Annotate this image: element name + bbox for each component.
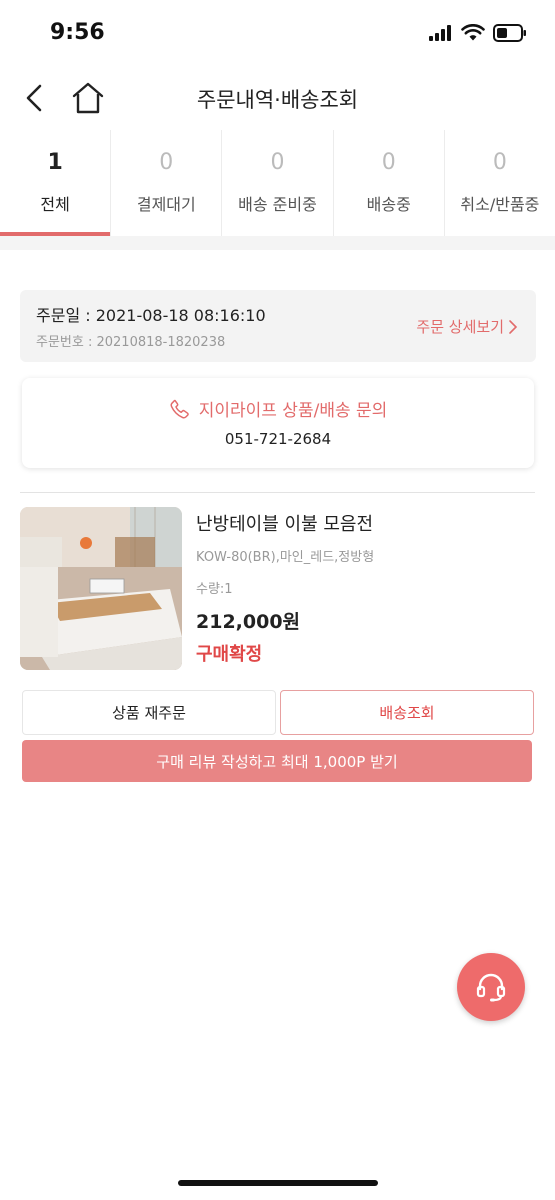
inquiry-phone-number[interactable]: 051-721-2684 — [22, 430, 534, 448]
nav-bar: 주문내역·배송조회 — [0, 70, 555, 128]
order-info-card: 주문일 : 2021-08-18 08:16:10 주문번호 : 2021081… — [20, 290, 536, 362]
write-review-button[interactable]: 구매 리뷰 작성하고 최대 1,000P 받기 — [22, 740, 532, 782]
chevron-right-icon — [509, 319, 518, 334]
product-option: KOW-80(BR),마인_레드,정방형 — [196, 550, 375, 565]
tab-count: 0 — [159, 150, 174, 175]
reorder-button[interactable]: 상품 재주문 — [22, 690, 276, 735]
wifi-icon — [461, 24, 485, 41]
status-time: 9:56 — [50, 20, 105, 45]
tab-label: 배송 준비중 — [238, 195, 317, 214]
order-status-tabs: 1 전체 0 결제대기 0 배송 준비중 0 배송중 0 취소/반품중 — [0, 130, 555, 236]
headset-icon — [476, 973, 506, 1002]
tab-payment-pending[interactable]: 0 결제대기 — [111, 130, 223, 236]
tab-label: 전체 — [40, 195, 70, 214]
track-delivery-button[interactable]: 배송조회 — [280, 690, 534, 735]
product-price: 212,000원 — [196, 611, 301, 633]
order-date: 주문일 : 2021-08-18 08:16:10 — [36, 306, 266, 325]
tab-label: 결제대기 — [136, 195, 196, 214]
status-icons — [429, 24, 527, 42]
order-number: 주문번호 : 20210818-1820238 — [36, 335, 226, 350]
tab-label: 취소/반품중 — [460, 195, 540, 214]
page-title: 주문내역·배송조회 — [196, 88, 359, 112]
order-detail-link[interactable]: 주문 상세보기 — [416, 316, 518, 337]
battery-icon — [493, 24, 526, 42]
seller-inquiry-card[interactable]: 지이라이프 상품/배송 문의 051-721-2684 — [22, 378, 534, 468]
inquiry-title: 지이라이프 상품/배송 문의 — [198, 401, 388, 421]
tab-cancel-return[interactable]: 0 취소/반품중 — [445, 130, 555, 236]
product-photo — [20, 507, 182, 670]
tab-preparing[interactable]: 0 배송 준비중 — [222, 130, 334, 236]
phone-icon — [170, 399, 189, 418]
customer-support-button[interactable] — [457, 953, 525, 1021]
inquiry-title-row: 지이라이프 상품/배송 문의 — [22, 396, 534, 421]
status-bar: 9:56 — [0, 0, 555, 70]
divider — [20, 492, 535, 493]
section-divider — [0, 236, 555, 250]
tab-label: 배송중 — [366, 195, 411, 214]
order-detail-label: 주문 상세보기 — [416, 318, 504, 336]
tab-count: 0 — [381, 150, 396, 175]
tab-shipping[interactable]: 0 배송중 — [334, 130, 445, 236]
product-image[interactable] — [20, 507, 182, 670]
tab-all[interactable]: 1 전체 — [0, 130, 112, 236]
home-indicator — [178, 1180, 378, 1186]
order-status-badge: 구매확정 — [196, 644, 263, 665]
product-name[interactable]: 난방테이블 이불 모음전 — [196, 510, 373, 536]
product-quantity: 수량:1 — [196, 582, 233, 597]
tab-count: 1 — [47, 150, 63, 175]
tab-count: 0 — [492, 150, 507, 175]
signal-icon — [429, 25, 451, 41]
tab-count: 0 — [270, 150, 285, 175]
